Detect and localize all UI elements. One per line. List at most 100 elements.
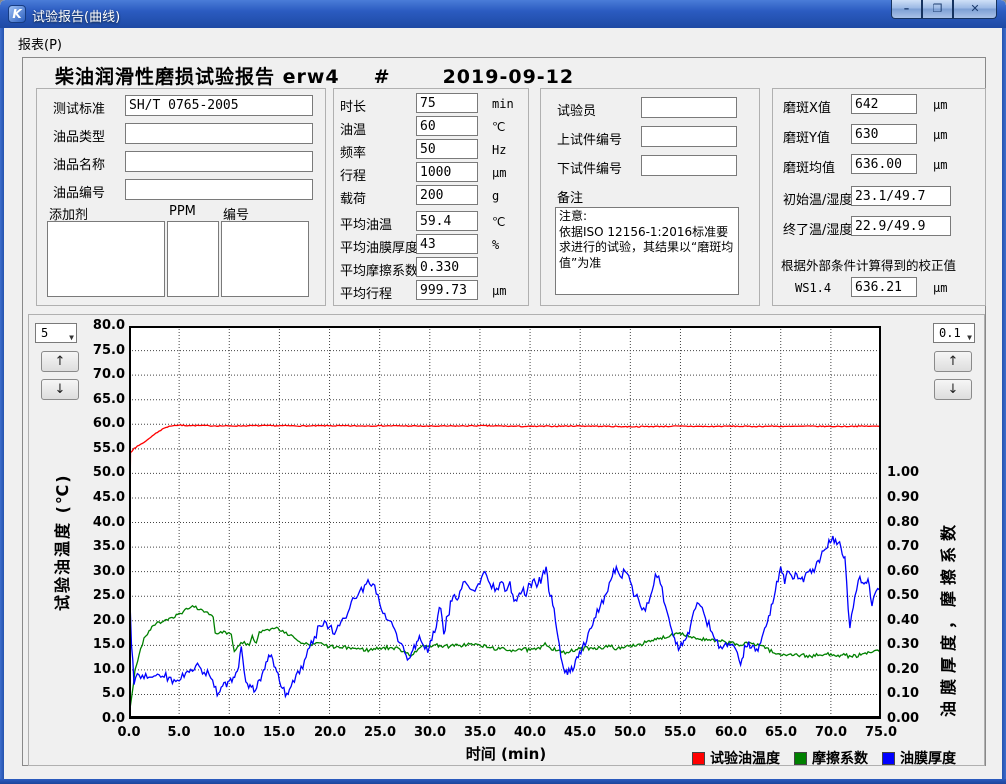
params-groupbox: 时长 min油温 ℃频率 Hz行程 µm载荷 g平均油温 ℃平均油膜厚度 %平均… xyxy=(333,88,529,306)
field-label: 下试件编号 xyxy=(557,158,622,177)
param-input[interactable] xyxy=(416,211,478,231)
param-input[interactable] xyxy=(416,257,478,277)
chart-plot xyxy=(129,326,881,719)
ws-label: WS1.4 xyxy=(795,281,831,295)
field-label: 测试标准 xyxy=(53,98,105,117)
param-unit: min xyxy=(492,97,514,111)
param-input[interactable] xyxy=(416,93,478,113)
x-tick-label: 30.0 xyxy=(408,725,452,740)
x-tick-label: 25.0 xyxy=(358,725,402,740)
additive-list[interactable] xyxy=(47,221,165,297)
lower-specimen-input[interactable] xyxy=(641,155,737,176)
right-scale-up-button[interactable]: ↑ xyxy=(934,351,972,372)
ppm-label: PPM xyxy=(169,204,196,219)
close-button[interactable]: ✕ xyxy=(953,0,997,19)
legend-label: 试验油温度 xyxy=(710,748,780,768)
legend-label: 油膜厚度 xyxy=(900,748,956,768)
chart-svg xyxy=(129,326,881,719)
title-bar[interactable]: K 试验报告(曲线) – ❐ ✕ xyxy=(0,0,1006,28)
y-left-tick-label: 30.0 xyxy=(87,564,125,579)
left-scale-up-button[interactable]: ↑ xyxy=(41,351,79,372)
param-label: 行程 xyxy=(340,165,366,184)
result-input[interactable] xyxy=(851,186,951,206)
upper-specimen-input[interactable] xyxy=(641,126,737,147)
param-label: 载荷 xyxy=(340,188,366,207)
y-left-tick-label: 20.0 xyxy=(87,613,125,628)
right-scale-dropdown[interactable]: 0.1 ▼ xyxy=(933,323,975,343)
y-left-tick-label: 70.0 xyxy=(87,367,125,382)
minimize-button[interactable]: – xyxy=(891,0,922,19)
result-input[interactable] xyxy=(851,94,917,114)
report-title-text: 柴油润滑性磨损试验报告 erw4 xyxy=(55,66,340,88)
param-input[interactable] xyxy=(416,162,478,182)
y-left-tick-label: 0.0 xyxy=(87,711,125,726)
window-border-bottom xyxy=(0,779,1006,784)
maximize-button[interactable]: ❐ xyxy=(922,0,953,19)
app-icon: K xyxy=(8,5,26,23)
param-unit: ℃ xyxy=(492,120,505,134)
chevron-down-icon: ▼ xyxy=(69,329,74,347)
param-input[interactable] xyxy=(416,280,478,300)
result-input[interactable] xyxy=(851,154,917,174)
y-right-tick-label: 0.60 xyxy=(887,564,927,579)
y-right-tick-label: 0.20 xyxy=(887,662,927,677)
param-unit: Hz xyxy=(492,143,506,157)
legend-swatch-icon xyxy=(882,752,895,765)
param-unit: ℃ xyxy=(492,215,505,229)
y-left-tick-label: 65.0 xyxy=(87,392,125,407)
result-input[interactable] xyxy=(851,124,917,144)
y-left-tick-label: 55.0 xyxy=(87,441,125,456)
x-tick-label: 5.0 xyxy=(157,725,201,740)
result-label: 磨斑均值 xyxy=(783,157,835,176)
y-right-tick-label: 0.50 xyxy=(887,588,927,603)
y-right-tick-label: 0.80 xyxy=(887,515,927,530)
left-scale-value: 5 xyxy=(41,326,48,340)
y-left-tick-label: 15.0 xyxy=(87,637,125,652)
param-input[interactable] xyxy=(416,185,478,205)
left-scale-dropdown[interactable]: 5 ▼ xyxy=(35,323,77,343)
param-unit: % xyxy=(492,238,499,252)
x-tick-label: 60.0 xyxy=(709,725,753,740)
param-label: 频率 xyxy=(340,142,366,161)
y-left-tick-label: 40.0 xyxy=(87,515,125,530)
window-border-right xyxy=(1002,28,1006,779)
param-unit: g xyxy=(492,189,499,203)
ppm-list[interactable] xyxy=(167,221,219,297)
x-tick-label: 65.0 xyxy=(759,725,803,740)
param-input[interactable] xyxy=(416,139,478,159)
x-axis-title: 时间 (min) xyxy=(426,743,586,764)
legend-item: 试验油温度 xyxy=(692,748,780,768)
operator-groupbox: 试验员 上试件编号 下试件编号 备注 注意: 依据ISO 12156-1:201… xyxy=(540,88,760,306)
result-label: 磨斑Y值 xyxy=(783,127,830,146)
param-label: 油温 xyxy=(340,119,366,138)
x-tick-label: 20.0 xyxy=(308,725,352,740)
y-right-axis-title: 油膜厚度，摩擦系数 xyxy=(935,519,959,717)
left-scale-down-button[interactable]: ↓ xyxy=(41,379,79,400)
y-right-tick-label: 0.90 xyxy=(887,490,927,505)
test-standard-input[interactable] xyxy=(125,95,313,116)
y-left-tick-label: 60.0 xyxy=(87,416,125,431)
remark-label: 备注 xyxy=(557,187,583,206)
param-label: 平均行程 xyxy=(340,283,392,302)
menu-report[interactable]: 报表(P) xyxy=(10,31,70,56)
oil-name-input[interactable] xyxy=(125,151,313,172)
field-label: 试验员 xyxy=(557,100,596,119)
oil-no-input[interactable] xyxy=(125,179,313,200)
x-tick-label: 10.0 xyxy=(207,725,251,740)
y-left-tick-label: 25.0 xyxy=(87,588,125,603)
param-input[interactable] xyxy=(416,116,478,136)
remark-textarea[interactable]: 注意: 依据ISO 12156-1:2016标准要求进行的试验，其结果以“磨斑均… xyxy=(555,207,739,295)
no-list[interactable] xyxy=(221,221,309,297)
oil-type-input[interactable] xyxy=(125,123,313,144)
result-input[interactable] xyxy=(851,216,951,236)
right-scale-value: 0.1 xyxy=(939,326,961,340)
y-right-tick-label: 0.30 xyxy=(887,637,927,652)
field-label: 上试件编号 xyxy=(557,129,622,148)
param-input[interactable] xyxy=(416,234,478,254)
result-unit: µm xyxy=(933,158,947,172)
report-title-hash: # xyxy=(374,66,391,88)
right-scale-down-button[interactable]: ↓ xyxy=(934,379,972,400)
tester-input[interactable] xyxy=(641,97,737,118)
ws-value-input[interactable] xyxy=(851,277,917,297)
y-left-axis-title: 试验油温度 (℃) xyxy=(49,473,73,611)
